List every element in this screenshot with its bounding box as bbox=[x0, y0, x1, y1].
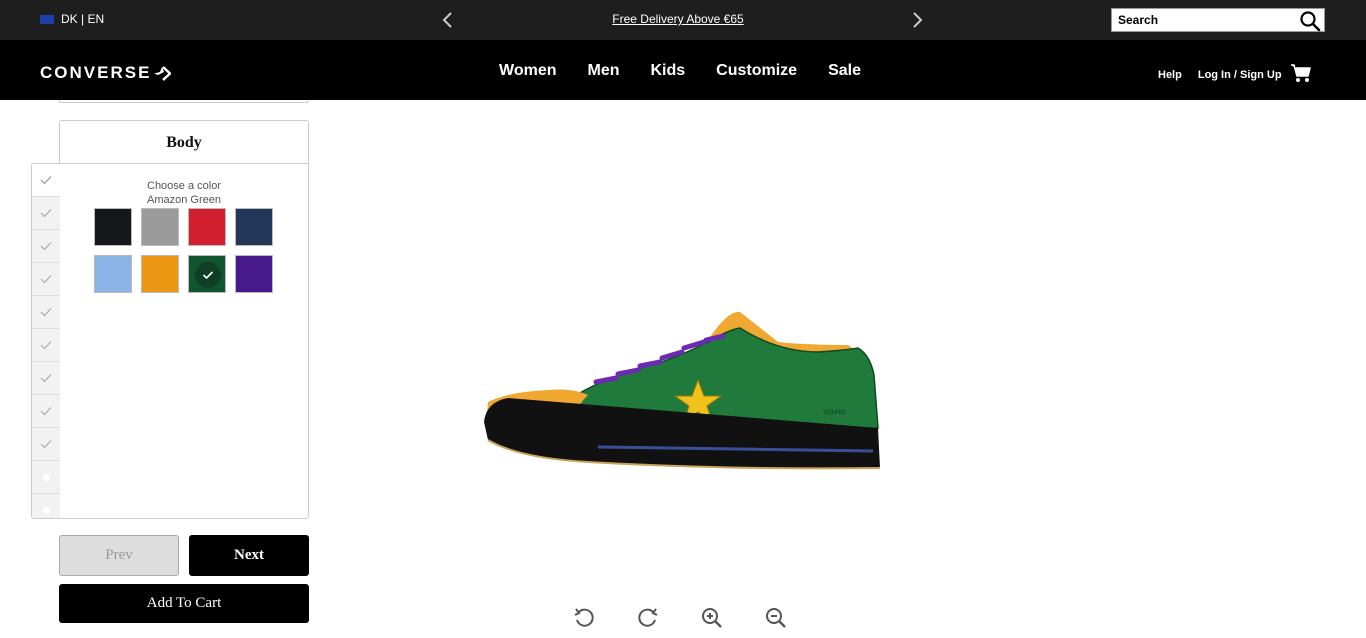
converse-logo[interactable]: CONVERSE bbox=[40, 63, 172, 83]
swatch-amazon-green[interactable] bbox=[188, 255, 226, 293]
next-button[interactable]: Next bbox=[189, 535, 309, 576]
step-check[interactable] bbox=[32, 395, 60, 428]
pending-dot-icon bbox=[42, 507, 50, 514]
step-check[interactable] bbox=[32, 230, 60, 263]
star-chevron-logo-icon bbox=[154, 65, 172, 81]
search-input[interactable] bbox=[1112, 10, 1292, 30]
check-icon bbox=[40, 440, 52, 449]
check-icon bbox=[40, 242, 52, 251]
nav-link-sale[interactable]: Sale bbox=[828, 62, 861, 80]
selected-color-name: Amazon Green bbox=[147, 194, 221, 206]
step-check[interactable] bbox=[32, 164, 60, 197]
prev-button[interactable]: Prev bbox=[59, 535, 179, 576]
step-indicator bbox=[31, 163, 60, 519]
step-check[interactable] bbox=[32, 428, 60, 461]
rotate-right-icon[interactable] bbox=[636, 606, 660, 630]
check-icon bbox=[40, 176, 52, 185]
check-icon bbox=[40, 275, 52, 284]
check-icon bbox=[40, 407, 52, 416]
login-link[interactable]: Log In / Sign Up bbox=[1198, 69, 1282, 81]
pending-dot-icon bbox=[42, 473, 50, 481]
account-links: Help Log In / Sign Up bbox=[1158, 69, 1282, 81]
check-icon bbox=[40, 308, 52, 317]
check-icon bbox=[40, 209, 52, 218]
step-check[interactable] bbox=[32, 263, 60, 296]
section-title: Body bbox=[60, 121, 308, 164]
step-check[interactable] bbox=[32, 329, 60, 362]
step-check[interactable] bbox=[32, 362, 60, 395]
nav-links: Women Men Kids Customize Sale bbox=[499, 62, 861, 80]
check-icon bbox=[40, 374, 52, 383]
search-box bbox=[1111, 8, 1325, 32]
search-icon[interactable] bbox=[1299, 10, 1321, 32]
swatch-black[interactable] bbox=[94, 208, 132, 246]
nav-link-men[interactable]: Men bbox=[587, 62, 619, 80]
help-link[interactable]: Help bbox=[1158, 69, 1182, 81]
selected-check-icon bbox=[195, 262, 221, 288]
step-dot[interactable] bbox=[32, 494, 60, 527]
swatch-red[interactable] bbox=[188, 208, 226, 246]
shoe-preview-image[interactable]: YOURO bbox=[478, 300, 888, 485]
zoom-out-icon[interactable] bbox=[764, 606, 788, 630]
step-check[interactable] bbox=[32, 296, 60, 329]
swatch-grey[interactable] bbox=[141, 208, 179, 246]
previous-section-edge bbox=[59, 100, 308, 103]
choose-color-label: Choose a color bbox=[147, 180, 221, 192]
main-nav: CONVERSE Women Men Kids Customize Sale H… bbox=[0, 40, 1366, 100]
chevron-right-icon[interactable] bbox=[909, 10, 925, 30]
nav-link-kids[interactable]: Kids bbox=[650, 62, 685, 80]
logo-text: CONVERSE bbox=[40, 63, 152, 82]
cart-icon[interactable] bbox=[1290, 62, 1312, 84]
rotate-left-icon[interactable] bbox=[572, 606, 596, 630]
color-swatches bbox=[94, 208, 274, 293]
shoe-heel-text: YOURO bbox=[823, 410, 845, 416]
promo-bar: DK | EN Free Delivery Above €65 bbox=[0, 0, 1366, 40]
step-check[interactable] bbox=[32, 197, 60, 230]
check-icon bbox=[40, 341, 52, 350]
swatch-orange[interactable] bbox=[141, 255, 179, 293]
nav-link-women[interactable]: Women bbox=[499, 62, 556, 80]
swatch-light-blue[interactable] bbox=[94, 255, 132, 293]
color-chooser-label: Choose a color Amazon Green bbox=[60, 179, 308, 207]
step-dot[interactable] bbox=[32, 461, 60, 494]
nav-link-customize[interactable]: Customize bbox=[716, 62, 797, 80]
add-to-cart-button[interactable]: Add To Cart bbox=[59, 584, 309, 623]
viewer-tools bbox=[572, 606, 788, 630]
swatch-navy[interactable] bbox=[235, 208, 273, 246]
swatch-purple[interactable] bbox=[235, 255, 273, 293]
zoom-in-icon[interactable] bbox=[700, 606, 724, 630]
